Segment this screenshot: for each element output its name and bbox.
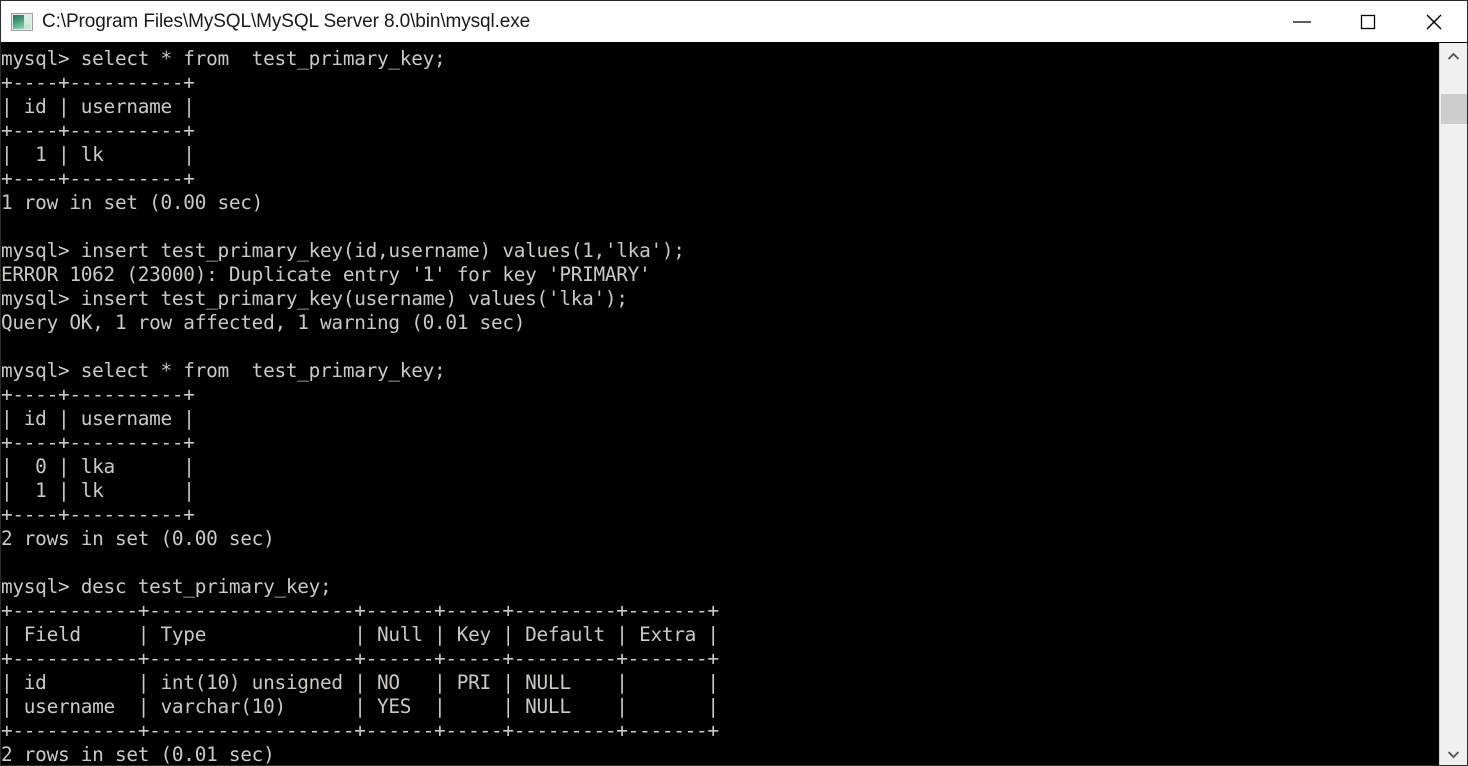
scrollbar-thumb[interactable] xyxy=(1441,94,1467,124)
maximize-button[interactable] xyxy=(1335,1,1401,42)
terminal-text: mysql> select * from test_primary_key; +… xyxy=(1,47,719,766)
close-button[interactable] xyxy=(1401,1,1467,42)
title-bar[interactable]: C:\Program Files\MySQL\MySQL Server 8.0\… xyxy=(1,1,1467,43)
window-title: C:\Program Files\MySQL\MySQL Server 8.0\… xyxy=(42,10,531,32)
mysql-console-window: C:\Program Files\MySQL\MySQL Server 8.0\… xyxy=(0,0,1468,766)
mysql-console-icon xyxy=(11,12,33,31)
vertical-scrollbar[interactable] xyxy=(1439,43,1467,765)
scroll-up-arrow-icon[interactable] xyxy=(1440,43,1467,69)
scroll-down-arrow-icon[interactable] xyxy=(1440,741,1467,765)
window-controls xyxy=(1269,1,1467,42)
minimize-button[interactable] xyxy=(1269,1,1335,42)
terminal-output-area[interactable]: mysql> select * from test_primary_key; +… xyxy=(1,43,1441,766)
